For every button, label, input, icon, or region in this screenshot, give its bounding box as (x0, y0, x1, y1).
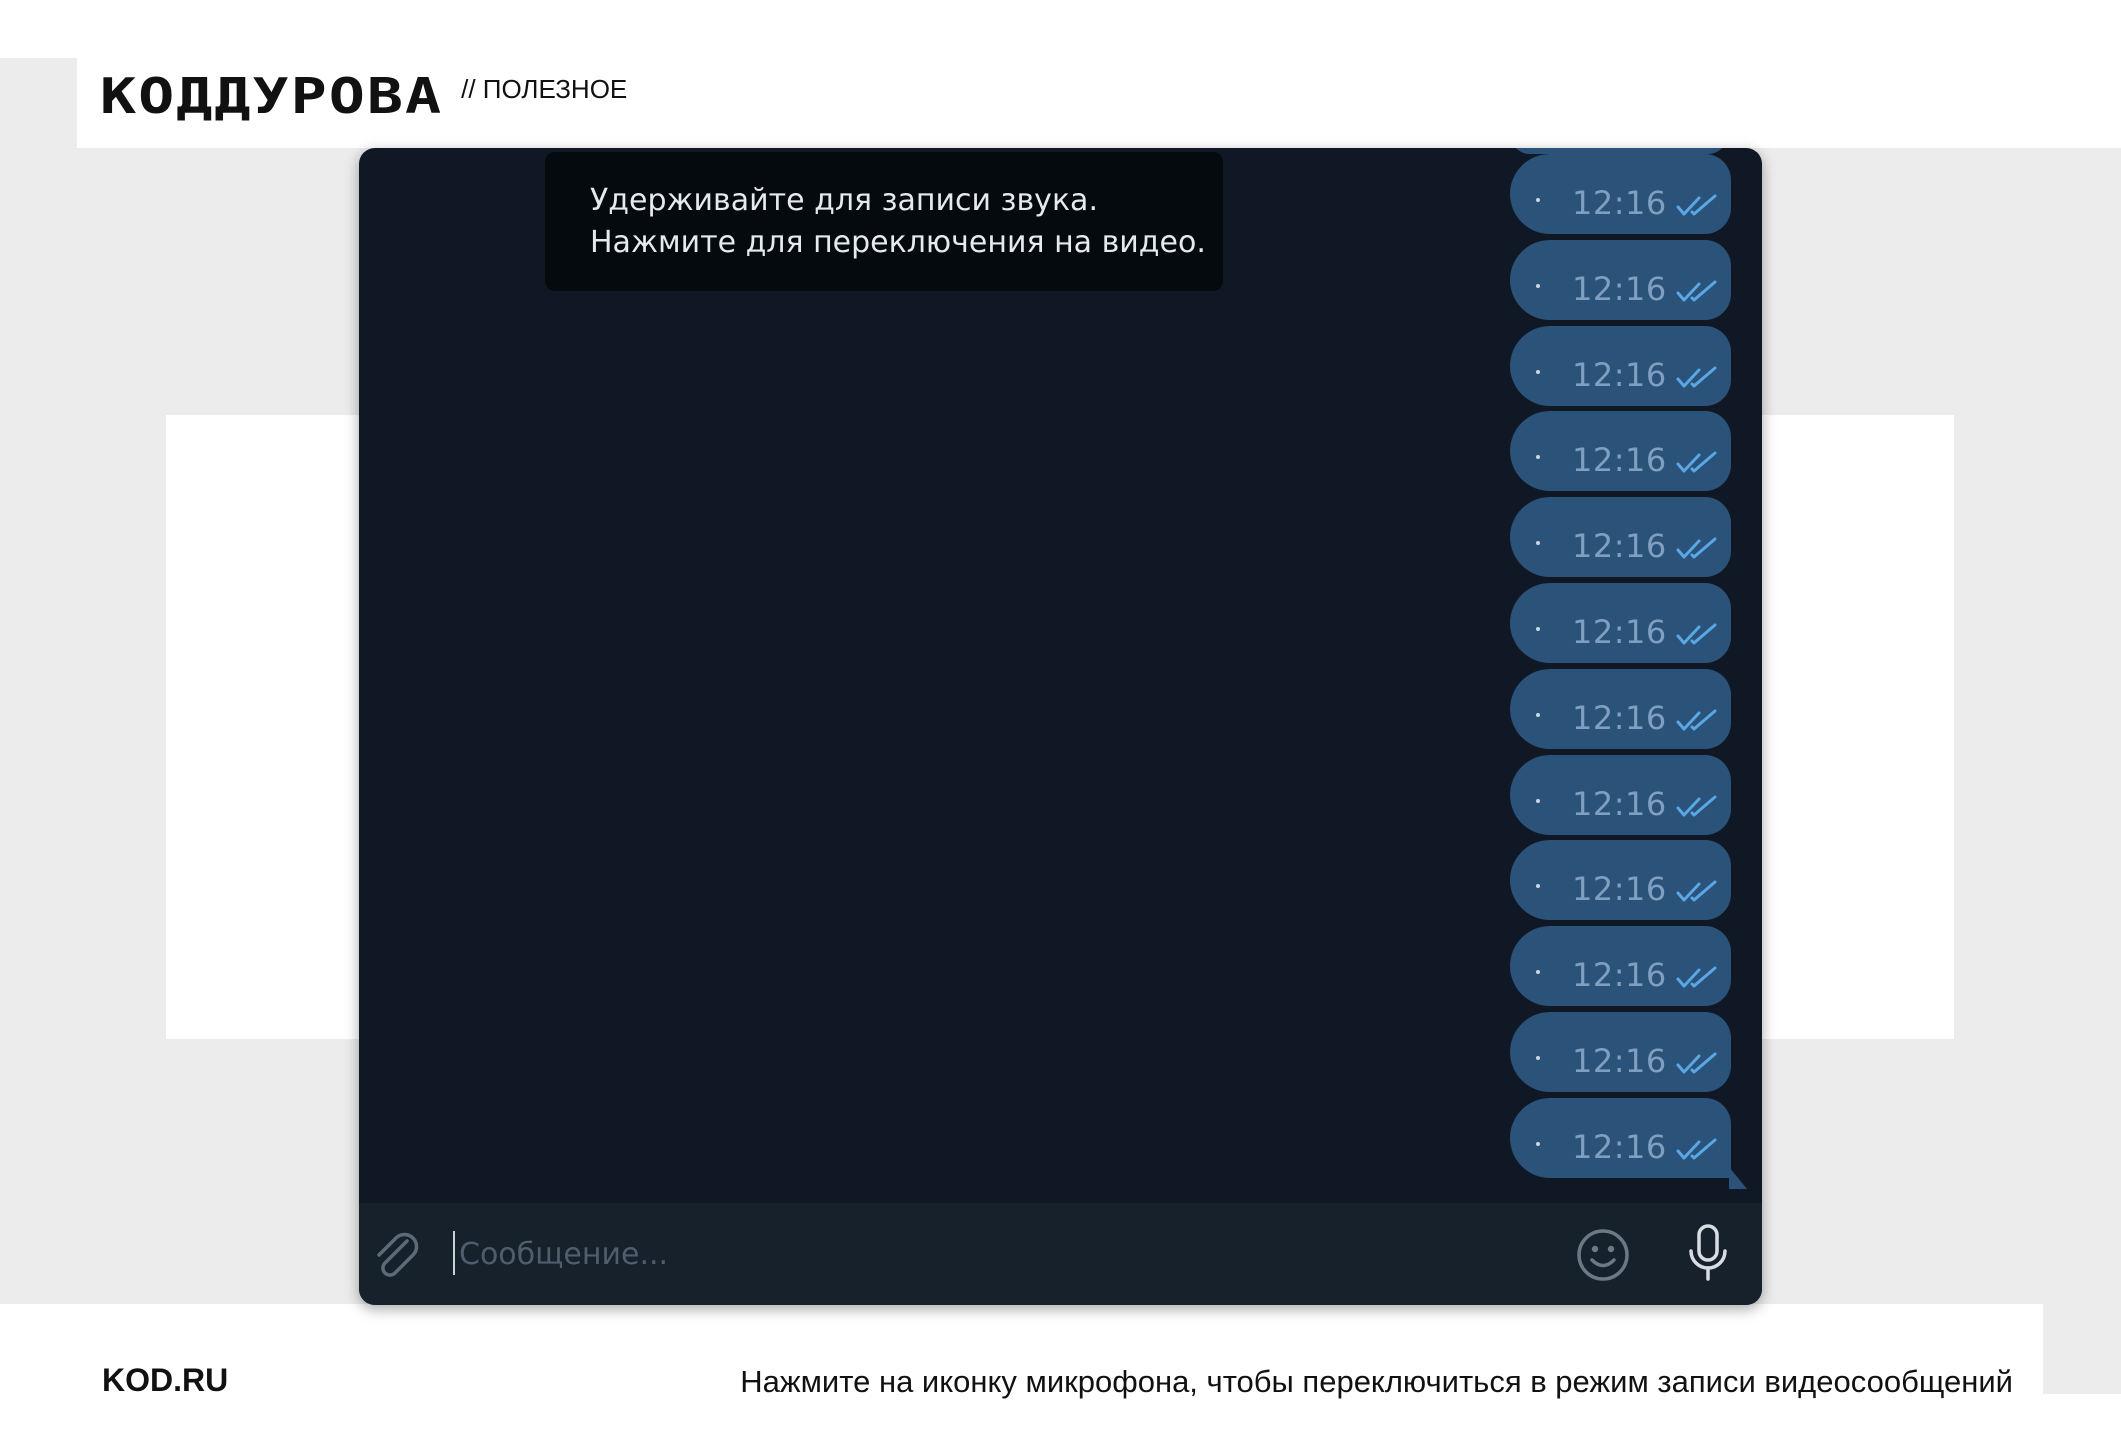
message-dot (1536, 455, 1540, 459)
message-time: 12:16 (1572, 613, 1667, 651)
double-check-icon (1676, 537, 1717, 559)
message-bubble[interactable]: 12:16 (1510, 326, 1731, 406)
double-check-icon (1676, 194, 1717, 216)
double-check-icon (1676, 1052, 1717, 1074)
double-check-icon (1676, 709, 1717, 731)
message-dot (1536, 1142, 1540, 1146)
message-dot (1536, 370, 1540, 374)
message-time: 12:16 (1572, 1042, 1667, 1080)
paperclip-icon[interactable] (367, 1225, 425, 1283)
telegram-chat-window: 12:16 12:16 12:16 12:16 12:16 12:16 12:16 12:16… (359, 148, 1762, 1305)
tooltip-line-2: Нажмите для переключения на видео. (590, 225, 1206, 260)
message-dot (1536, 627, 1540, 631)
message-list: 12:16 12:16 12:16 12:16 12:16 12:16 12:16 12:16… (359, 148, 1762, 1305)
double-check-icon (1676, 966, 1717, 988)
message-bubble[interactable]: 12:16 (1510, 755, 1731, 835)
voice-record-tooltip: Удерживайте для записи звука. Нажмите дл… (545, 152, 1223, 291)
double-check-icon (1676, 623, 1717, 645)
site-logo[interactable]: КОДДУРОВА (100, 72, 443, 121)
message-dot (1536, 198, 1540, 202)
message-bubble[interactable]: 12:16 (1510, 154, 1731, 234)
background-right-band (2043, 1304, 2121, 1394)
message-time: 12:16 (1572, 270, 1667, 308)
message-bubble[interactable]: 12:16 (1510, 840, 1731, 920)
microphone-icon[interactable] (1685, 1223, 1731, 1285)
message-dot (1536, 884, 1540, 888)
message-time: 12:16 (1572, 356, 1667, 394)
double-check-icon (1676, 280, 1717, 302)
message-bubble[interactable]: 12:16 (1510, 669, 1731, 749)
smile-icon[interactable] (1575, 1227, 1631, 1283)
message-bubble[interactable]: 12:16 (1510, 240, 1731, 320)
message-time: 12:16 (1572, 699, 1667, 737)
text-cursor (453, 1231, 455, 1275)
tooltip-line-1: Удерживайте для записи звука. (590, 183, 1098, 218)
section-tag[interactable]: // ПОЛЕЗНОЕ (461, 74, 627, 105)
message-dot (1536, 541, 1540, 545)
message-time: 12:16 (1572, 956, 1667, 994)
message-dot (1536, 284, 1540, 288)
message-time: 12:16 (1572, 184, 1667, 222)
message-bubble[interactable]: 12:16 (1510, 411, 1731, 491)
message-input[interactable] (457, 1221, 1511, 1287)
message-dot (1536, 970, 1540, 974)
message-time: 12:16 (1572, 527, 1667, 565)
double-check-icon (1676, 795, 1717, 817)
message-time: 12:16 (1572, 1128, 1667, 1166)
footer-site-name[interactable]: KOD.RU (102, 1362, 228, 1399)
double-check-icon (1676, 451, 1717, 473)
message-bubble[interactable]: 12:16 (1510, 1012, 1731, 1092)
message-dot (1536, 799, 1540, 803)
message-dot (1536, 713, 1540, 717)
double-check-icon (1676, 880, 1717, 902)
footer-caption: Нажмите на иконку микрофона, чтобы перек… (740, 1364, 2013, 1399)
background-left-band (0, 58, 77, 1304)
message-time: 12:16 (1572, 870, 1667, 908)
bubble-tail (1729, 1167, 1747, 1189)
double-check-icon (1676, 1138, 1717, 1160)
message-dot (1536, 1056, 1540, 1060)
message-bubble[interactable]: 12:16 (1510, 583, 1731, 663)
message-bubble[interactable]: 12:16 (1510, 926, 1731, 1006)
message-bubble[interactable]: 12:16 (1510, 497, 1731, 577)
message-time: 12:16 (1572, 785, 1667, 823)
message-time: 12:16 (1572, 441, 1667, 479)
double-check-icon (1676, 366, 1717, 388)
message-bubble[interactable]: 12:16 (1510, 1098, 1731, 1178)
message-input-bar (359, 1203, 1762, 1305)
page-header: КОДДУРОВА // ПОЛЕЗНОЕ (100, 72, 627, 132)
